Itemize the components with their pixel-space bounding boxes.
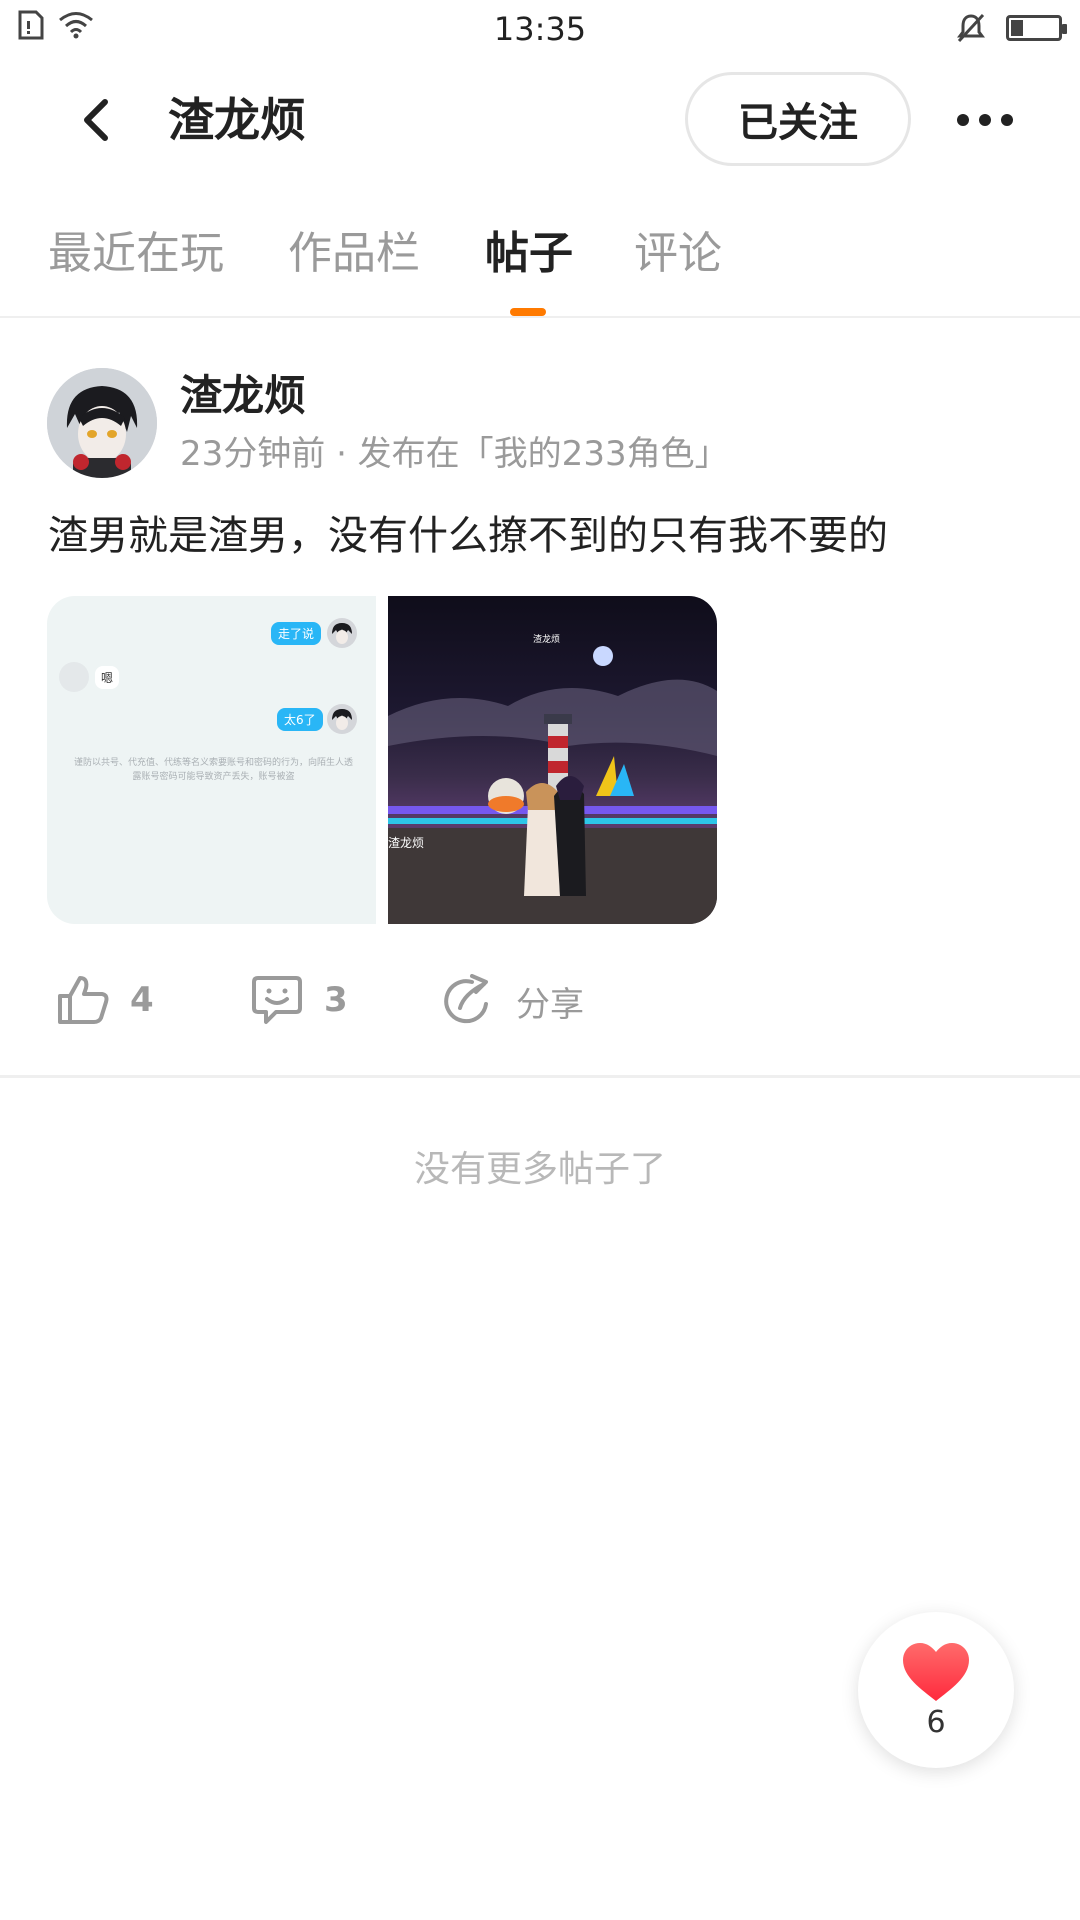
post-meta: 23分钟前 · 发布在「我的233角色」 (180, 434, 729, 474)
game-scene-image (388, 646, 717, 924)
share-button[interactable]: 分享 (442, 974, 584, 1028)
post-card[interactable]: 渣龙烦 23分钟前 · 发布在「我的233角色」 渣男就是渣男，没有什么撩不到的… (0, 320, 1080, 1078)
share-icon (444, 974, 488, 1024)
tab-works[interactable]: 作品栏 (288, 224, 420, 284)
comment-button[interactable]: 3 (250, 974, 348, 1026)
battery-icon (1006, 15, 1067, 41)
tab-comments[interactable]: 评论 (634, 224, 722, 284)
floating-like-count: 6 (926, 1704, 946, 1740)
avatar-image (47, 368, 157, 478)
like-button[interactable]: 4 (56, 974, 154, 1026)
floating-like-button[interactable]: 6 (858, 1612, 1014, 1768)
chat-bubble: 太6了 (277, 708, 323, 731)
comment-count: 3 (324, 980, 348, 1020)
game-player-label: 渣龙烦 (388, 836, 425, 850)
active-tab-indicator (510, 308, 546, 316)
header: 渣龙烦 已关注 (0, 60, 1080, 180)
chat-safety-notice: 谨防以共号、代充值、代练等名义索要账号和密码的行为，向陌生人透露账号密码可能导致… (73, 758, 353, 782)
more-button[interactable] (950, 90, 1020, 150)
game-player-name: 渣龙烦 (533, 635, 561, 645)
comment-icon (252, 976, 302, 1024)
profile-tabs: 最近在玩 作品栏 帖子 评论 (0, 200, 1080, 318)
post-text: 渣男就是渣男，没有什么撩不到的只有我不要的 (48, 513, 888, 559)
chevron-left-icon (84, 99, 108, 141)
chat-avatar (59, 662, 89, 692)
tab-posts[interactable]: 帖子 (485, 224, 573, 284)
author-name[interactable]: 渣龙烦 (180, 368, 306, 424)
mute-bell-icon (957, 13, 985, 43)
end-of-list-text: 没有更多帖子了 (413, 1149, 666, 1190)
share-label: 分享 (516, 984, 584, 1025)
chat-bubble: 嗯 (95, 666, 120, 689)
post-images: 走了说 嗯 太6了 谨防以共号、代充值、代练等名义索要账号和密码的行为，向陌生人… (47, 596, 717, 924)
thumbs-up-icon (58, 976, 109, 1024)
chat-avatar (327, 704, 357, 734)
tab-recently-played[interactable]: 最近在玩 (48, 224, 224, 284)
like-count: 4 (130, 980, 154, 1020)
page-title: 渣龙烦 (168, 93, 306, 147)
battery-level (1011, 20, 1023, 36)
avatar[interactable] (47, 368, 157, 478)
chat-avatar (327, 618, 357, 648)
chat-bubble: 走了说 (271, 622, 322, 645)
status-bar: 13:35 (0, 0, 1080, 60)
post-image-chat-screenshot[interactable]: 走了说 嗯 太6了 谨防以共号、代充值、代练等名义索要账号和密码的行为，向陌生人… (47, 596, 376, 924)
back-button[interactable] (66, 90, 126, 150)
clock: 13:35 (493, 10, 587, 48)
heart-icon (903, 1642, 969, 1701)
more-dot-icon (1001, 114, 1013, 126)
more-dot-icon (957, 114, 969, 126)
post-image-game-screenshot[interactable]: 渣龙烦 渣龙烦 (388, 596, 717, 924)
post-actions: 4 3 分享 (0, 966, 1080, 1046)
follow-button[interactable]: 已关注 (685, 72, 911, 166)
status-icons-right (956, 12, 1067, 44)
more-dot-icon (979, 114, 991, 126)
